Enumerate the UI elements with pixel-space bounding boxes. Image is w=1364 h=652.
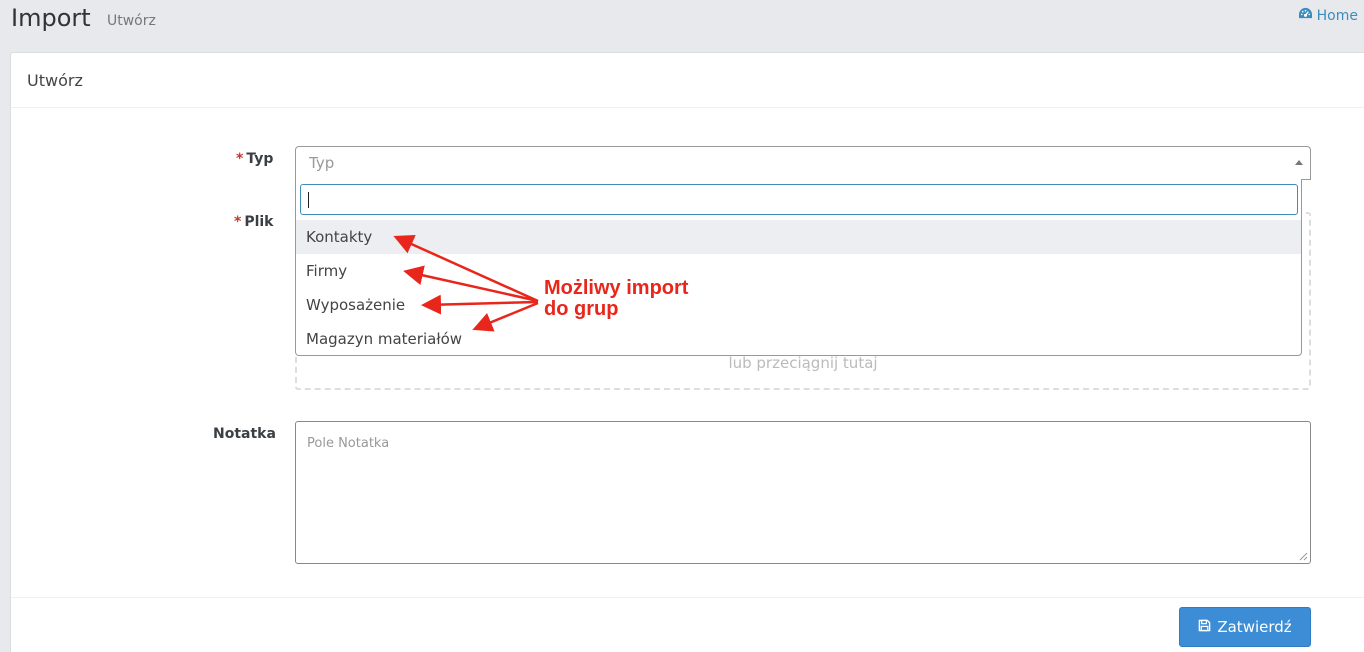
dropdown-option-kontakty[interactable]: Kontakty xyxy=(296,220,1301,254)
page-subtitle: Utwórz xyxy=(107,13,156,29)
submit-label[interactable]: Zatwierdź xyxy=(1217,618,1291,636)
required-mark: * xyxy=(234,214,242,230)
typ-select-placeholder: Typ xyxy=(309,154,335,172)
page-header: Import Utwórz Home xyxy=(0,0,1364,52)
plik-label: * Plik xyxy=(234,214,274,230)
page-title: Import xyxy=(11,4,91,32)
dropdown-option-magazyn[interactable]: Magazyn materiałów xyxy=(296,322,1301,356)
submit-button[interactable]: Zatwierdź xyxy=(1179,607,1311,647)
home-link-label[interactable]: Home xyxy=(1317,8,1358,24)
typ-label-text: Typ xyxy=(246,151,274,167)
annotation-line-1: Możliwy import xyxy=(544,277,689,299)
dropzone-text: lub przeciągnij tutaj xyxy=(728,354,878,372)
annotation-text: Możliwy import do grup xyxy=(544,278,688,320)
dropdown-option-wyposazenie[interactable]: Wyposażenie xyxy=(296,288,1301,322)
dropdown-search-input[interactable] xyxy=(300,184,1298,215)
caret-up-icon xyxy=(1295,160,1303,165)
footer-divider xyxy=(11,597,1364,598)
plik-label-text: Plik xyxy=(244,214,274,230)
typ-select[interactable]: Typ xyxy=(295,146,1311,180)
text-cursor xyxy=(308,192,309,208)
typ-label: * Typ xyxy=(236,151,273,167)
card-title: Utwórz xyxy=(11,53,1364,108)
required-mark: * xyxy=(236,151,244,167)
dashboard-icon xyxy=(1298,7,1313,24)
resize-grip-icon[interactable] xyxy=(1299,552,1308,561)
notatka-label: Notatka xyxy=(213,426,276,442)
notatka-placeholder: Pole Notatka xyxy=(307,436,390,451)
save-icon xyxy=(1198,618,1211,636)
typ-dropdown: Kontakty Firmy Wyposażenie Magazyn mater… xyxy=(295,179,1302,356)
annotation-line-2: do grup xyxy=(544,298,619,320)
dropdown-option-firmy[interactable]: Firmy xyxy=(296,254,1301,288)
notatka-textarea[interactable]: Pole Notatka xyxy=(295,421,1311,564)
home-link[interactable]: Home xyxy=(1298,7,1358,24)
